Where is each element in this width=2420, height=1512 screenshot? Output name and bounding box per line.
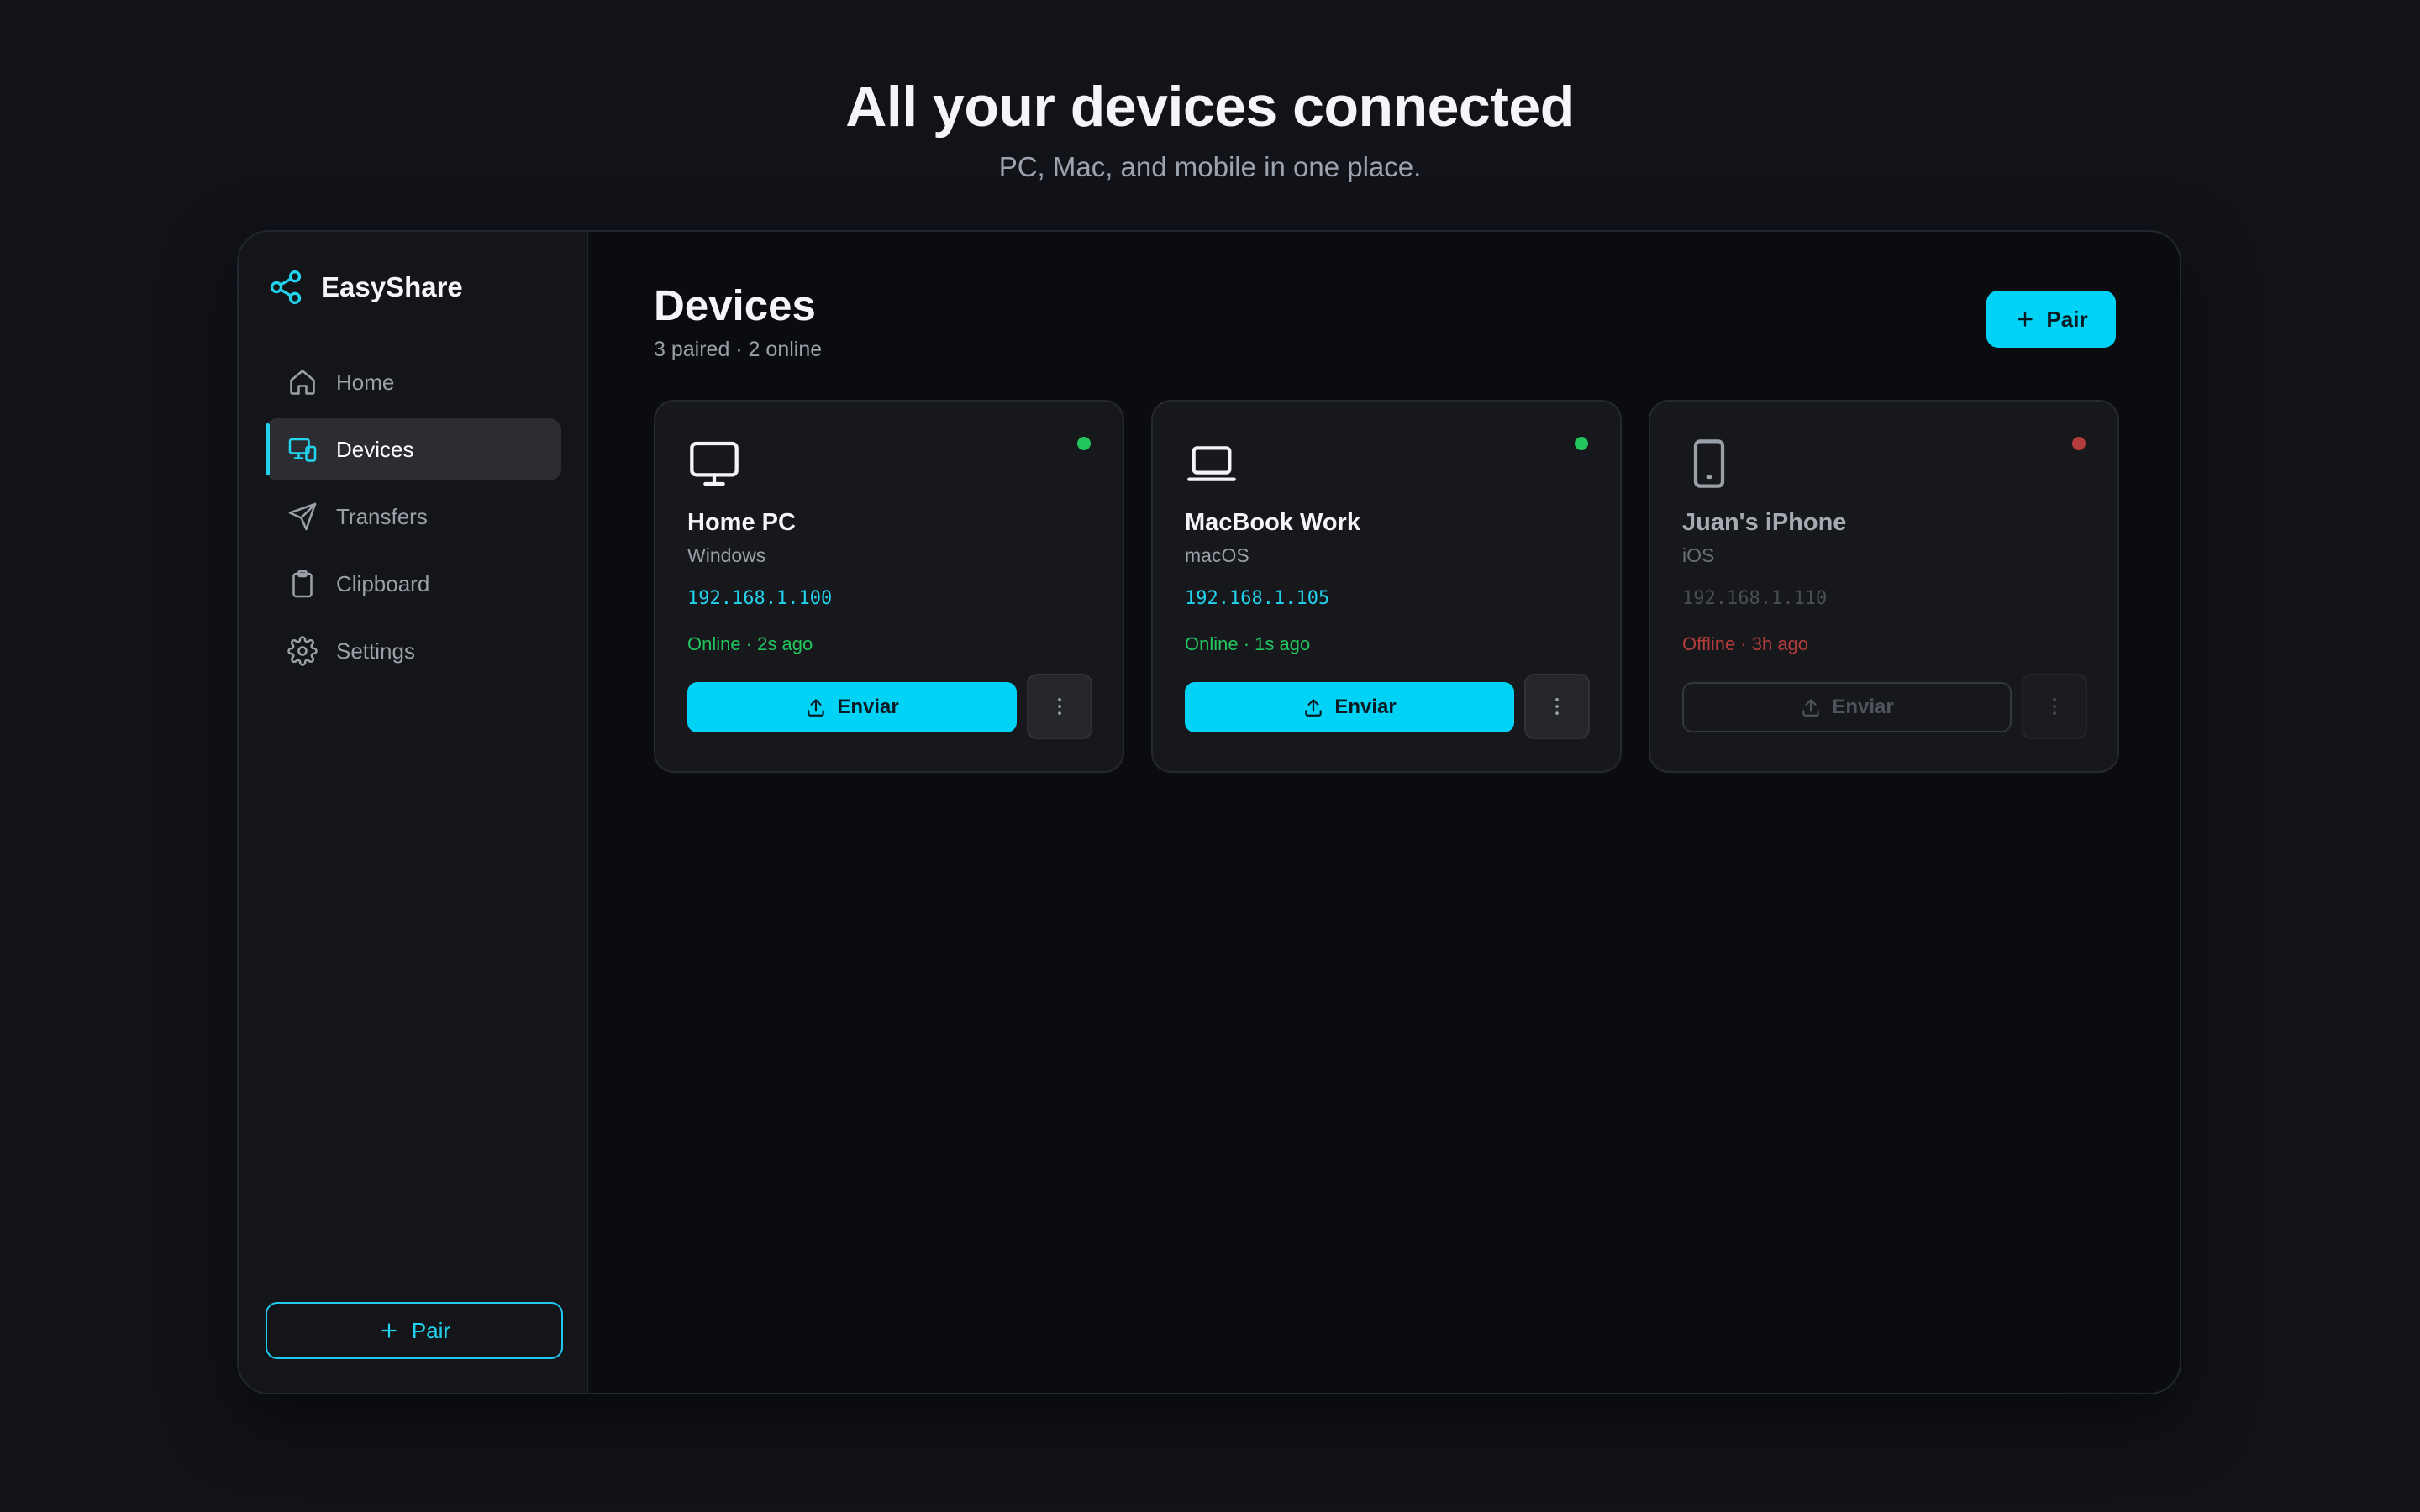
sidebar-item-label: Settings — [336, 638, 415, 664]
device-ip: 192.168.1.110 — [1682, 588, 1828, 609]
more-vertical-icon — [2053, 697, 2056, 716]
main-content: Devices 3 paired · 2 online Pair Home PC… — [588, 232, 2180, 1393]
monitor-icon — [690, 441, 739, 486]
send-button[interactable]: Enviar — [1185, 682, 1514, 732]
send-button-label: Enviar — [837, 696, 899, 718]
laptop-icon — [1187, 446, 1236, 481]
device-status: Online · 1s ago — [1185, 633, 1311, 654]
sidebar-item-settings[interactable]: Settings — [266, 620, 561, 682]
page-title: Devices — [654, 281, 816, 329]
device-os: macOS — [1185, 544, 1249, 566]
device-os: iOS — [1682, 544, 1715, 566]
device-card-juans-iphone: Juan's iPhone iOS 192.168.1.110 Offline … — [1649, 400, 2119, 773]
pair-button-label: Pair — [2046, 306, 2088, 332]
sidebar: EasyShare Home Devices Transfers Clipboa… — [239, 232, 588, 1393]
sidebar-item-label: Clipboard — [336, 570, 430, 596]
page-subtitle: 3 paired · 2 online — [654, 338, 823, 361]
send-button-label: Enviar — [1334, 696, 1397, 718]
send-icon — [287, 501, 318, 532]
device-status: Online · 2s ago — [687, 633, 813, 654]
device-name: Juan's iPhone — [1682, 509, 1847, 536]
share-icon — [270, 270, 302, 304]
clipboard-icon — [287, 569, 318, 599]
device-card-home-pc: Home PC Windows 192.168.1.100 Online · 2… — [654, 400, 1124, 773]
send-button-label: Enviar — [1832, 696, 1894, 718]
status-dot — [1077, 437, 1091, 450]
device-name: MacBook Work — [1185, 509, 1360, 536]
home-icon — [287, 367, 318, 397]
devices-icon — [287, 434, 318, 465]
app-name: EasyShare — [321, 271, 463, 302]
sidebar-nav: Home Devices Transfers Clipboard Setting… — [266, 351, 561, 687]
more-vertical-icon — [1555, 697, 1559, 716]
device-ip: 192.168.1.100 — [687, 588, 833, 609]
device-os: Windows — [687, 544, 766, 566]
device-ip: 192.168.1.105 — [1185, 588, 1330, 609]
device-grid: Home PC Windows 192.168.1.100 Online · 2… — [654, 400, 2119, 773]
sidebar-item-home[interactable]: Home — [266, 351, 561, 413]
hero-subtitle: PC, Mac, and mobile in one place. — [998, 151, 1422, 182]
upload-icon — [805, 696, 827, 718]
plus-icon — [2014, 308, 2036, 330]
status-dot — [2072, 437, 2086, 450]
device-card-macbook-work: MacBook Work macOS 192.168.1.105 Online … — [1151, 400, 1622, 773]
sidebar-item-label: Transfers — [336, 503, 428, 529]
app-window: EasyShare Home Devices Transfers Clipboa… — [237, 230, 2181, 1394]
plus-icon — [378, 1320, 400, 1341]
pair-button[interactable]: Pair — [1986, 291, 2116, 348]
sidebar-item-transfers[interactable]: Transfers — [266, 486, 561, 548]
sidebar-pair-button[interactable]: Pair — [266, 1302, 563, 1359]
sidebar-item-label: Devices — [336, 436, 414, 462]
sidebar-pair-label: Pair — [411, 1317, 451, 1343]
gear-icon — [287, 636, 318, 666]
sidebar-item-devices[interactable]: Devices — [266, 418, 561, 480]
device-name: Home PC — [687, 509, 796, 536]
sidebar-item-label: Home — [336, 369, 395, 395]
upload-icon — [1800, 696, 1822, 718]
device-status: Offline · 3h ago — [1682, 633, 1809, 654]
sidebar-item-clipboard[interactable]: Clipboard — [266, 553, 561, 615]
send-button-disabled: Enviar — [1682, 682, 2012, 732]
more-vertical-icon — [1058, 697, 1061, 716]
more-options-button[interactable] — [1524, 674, 1590, 739]
phone-icon — [1693, 439, 1725, 488]
send-button[interactable]: Enviar — [687, 682, 1017, 732]
more-options-button[interactable] — [2022, 674, 2087, 739]
brand: EasyShare — [267, 269, 463, 306]
upload-icon — [1302, 696, 1324, 718]
hero-title: All your devices connected — [845, 75, 1575, 139]
more-options-button[interactable] — [1027, 674, 1092, 739]
status-dot — [1575, 437, 1588, 450]
